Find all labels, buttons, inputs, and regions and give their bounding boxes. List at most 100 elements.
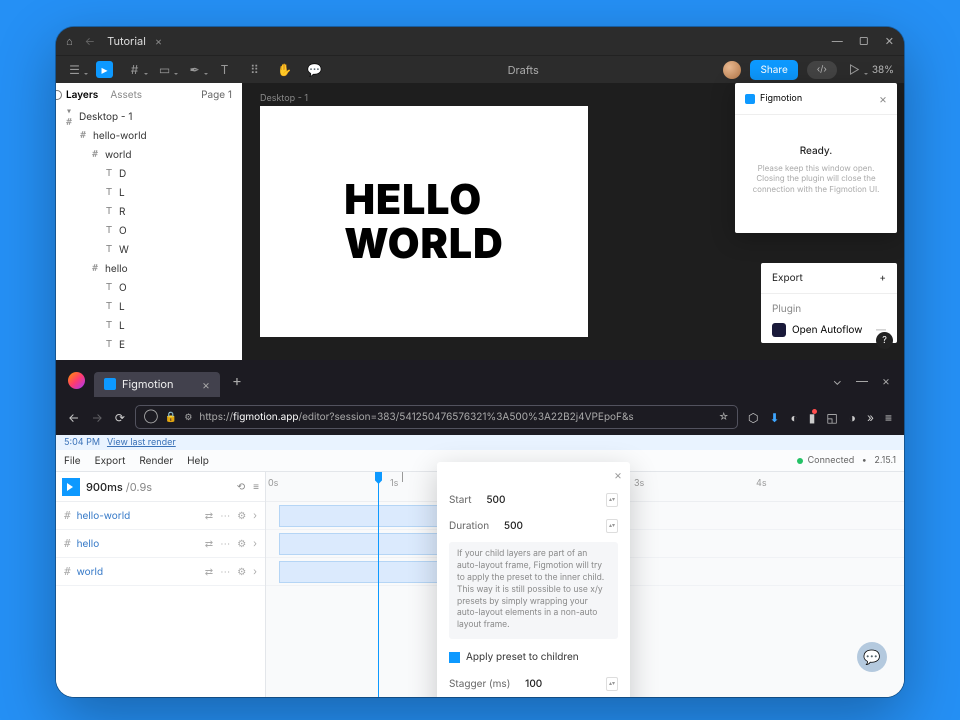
layer-text[interactable]: TW <box>56 240 242 259</box>
menu-export[interactable]: Export <box>95 455 126 467</box>
close-modal-icon[interactable]: × <box>614 467 622 482</box>
shuffle-icon[interactable]: ⇄ <box>205 510 213 522</box>
view-render-link[interactable]: View last render <box>107 437 176 448</box>
new-tab-icon[interactable]: + <box>232 371 242 390</box>
close-icon[interactable]: × <box>882 373 890 388</box>
shield-icon[interactable]: ◯ <box>144 411 158 423</box>
layer-group[interactable]: #hello <box>56 259 242 278</box>
loop-icon[interactable]: ⟲ <box>237 481 245 493</box>
shuffle-icon[interactable]: ⇄ <box>205 538 213 550</box>
more-icon[interactable]: ⋯ <box>220 510 230 522</box>
duration-value[interactable]: 500 <box>504 520 523 532</box>
layer-group[interactable]: #world <box>56 145 242 164</box>
menu-help[interactable]: Help <box>187 455 209 467</box>
minimize-icon[interactable]: — <box>856 373 868 388</box>
stepper-icon[interactable]: ▴▾ <box>606 677 618 691</box>
overflow-icon[interactable]: » <box>867 410 874 425</box>
canvas-text-world[interactable]: WORLD <box>344 222 504 265</box>
address-bar[interactable]: ◯ 🔒 ⚙ https://figmotion.app/editor?sessi… <box>135 405 738 429</box>
pocket-icon[interactable]: ⬡ <box>748 410 758 425</box>
play-button[interactable] <box>62 478 80 496</box>
firefox-icon[interactable] <box>68 372 85 389</box>
layer-text[interactable]: TR <box>56 202 242 221</box>
lock-icon[interactable]: 🔒 <box>165 411 177 423</box>
tab-title[interactable]: Tutorial <box>107 34 146 48</box>
more-icon[interactable]: ⋯ <box>220 566 230 578</box>
export-section[interactable]: Export <box>772 272 803 284</box>
stagger-value[interactable]: 100 <box>525 678 542 690</box>
chevron-down-icon[interactable]: ⌄ <box>833 373 842 388</box>
gear-icon[interactable]: ⚙ <box>237 538 246 550</box>
menu-icon[interactable]: ≡ <box>885 410 892 425</box>
layer-text[interactable]: TL <box>56 183 242 202</box>
timeline-row-hello[interactable]: #hello⇄⋯⚙› <box>56 530 265 558</box>
apply-children-checkbox[interactable]: Apply preset to children <box>437 647 630 671</box>
menu-file[interactable]: File <box>64 455 81 467</box>
gear-icon[interactable]: ⚙ <box>237 510 246 522</box>
frame-tool[interactable]: # <box>126 61 143 78</box>
shape-tool[interactable]: ▭ <box>156 61 173 78</box>
settings-icon[interactable]: ≡ <box>253 481 259 493</box>
hand-tool[interactable]: ✋ <box>276 61 293 78</box>
assets-tab[interactable]: Assets <box>110 89 142 101</box>
help-button[interactable]: ? <box>876 332 893 349</box>
present-icon[interactable]: ▷ <box>846 61 863 78</box>
comment-tool[interactable]: 💬 <box>306 61 323 78</box>
layer-text[interactable]: TD <box>56 164 242 183</box>
share-button[interactable]: Share <box>750 60 797 80</box>
frame-desktop-1[interactable]: HELLOWORLD <box>260 106 588 337</box>
chevron-icon[interactable]: › <box>253 510 257 522</box>
account-icon[interactable]: ◐ <box>791 410 798 425</box>
layer-text[interactable]: TE <box>56 335 242 354</box>
more-icon[interactable]: ⋯ <box>220 538 230 550</box>
add-export-icon[interactable]: + <box>879 272 886 284</box>
layer-text[interactable]: TO <box>56 221 242 240</box>
maximize-icon[interactable]: ▢ <box>859 34 869 48</box>
layers-tab[interactable]: Layers <box>66 89 98 101</box>
layer-group[interactable]: #hello-world <box>56 126 242 145</box>
start-value[interactable]: 500 <box>486 494 505 506</box>
extension-icon[interactable]: ◱ <box>826 410 837 425</box>
permissions-icon[interactable]: ⚙ <box>184 412 192 423</box>
download-icon[interactable]: ⬇ <box>769 410 779 425</box>
chevron-icon[interactable]: › <box>253 538 257 550</box>
avatar[interactable] <box>723 61 741 79</box>
location-label[interactable]: Drafts <box>336 63 710 77</box>
pen-tool[interactable]: ✒ <box>186 61 203 78</box>
text-tool[interactable]: T <box>216 61 233 78</box>
back-icon[interactable]: ← <box>68 410 79 425</box>
shuffle-icon[interactable]: ⇄ <box>205 566 213 578</box>
layer-frame[interactable]: ▾ #Desktop - 1 <box>56 107 242 126</box>
zoom-level[interactable]: 38% <box>872 64 894 76</box>
menu-render[interactable]: Render <box>139 455 173 467</box>
stepper-icon[interactable]: ▴▾ <box>606 519 618 533</box>
layer-text[interactable]: TL <box>56 297 242 316</box>
chat-button[interactable]: 💬 <box>857 642 887 672</box>
bookmark-icon[interactable]: ☆ <box>719 411 729 423</box>
timeline-row-hello-world[interactable]: #hello-world⇄⋯⚙› <box>56 502 265 530</box>
canvas-text-hello[interactable]: HELLO <box>344 178 504 221</box>
forward-icon[interactable]: → <box>91 410 102 425</box>
minimize-icon[interactable]: — <box>832 34 843 48</box>
page-selector[interactable]: Page 1 <box>201 89 232 101</box>
extension-icon[interactable]: ◑ <box>849 410 856 425</box>
close-tab-icon[interactable]: × <box>202 377 210 392</box>
playhead[interactable] <box>378 472 379 697</box>
layer-text[interactable]: TL <box>56 316 242 335</box>
stepper-icon[interactable]: ▴▾ <box>606 493 618 507</box>
reload-icon[interactable]: ⟳ <box>115 410 125 425</box>
browser-tab[interactable]: Figmotion × <box>94 372 220 397</box>
chevron-icon[interactable]: › <box>253 566 257 578</box>
devmode-toggle[interactable]: ‹/› <box>807 61 837 79</box>
close-plugin-icon[interactable]: × <box>879 91 887 106</box>
move-tool[interactable]: ▸ <box>96 61 113 78</box>
back-icon[interactable]: ← <box>85 34 96 48</box>
resources-tool[interactable]: ⠿ <box>246 61 263 78</box>
close-icon[interactable]: ✕ <box>885 34 894 48</box>
main-menu-icon[interactable]: ☰ <box>66 61 83 78</box>
timeline-row-world[interactable]: #world⇄⋯⚙› <box>56 558 265 586</box>
notification-icon[interactable]: ▮ <box>809 410 816 425</box>
gear-icon[interactable]: ⚙ <box>237 566 246 578</box>
layer-text[interactable]: TO <box>56 278 242 297</box>
home-icon[interactable]: ⌂ <box>66 34 73 48</box>
